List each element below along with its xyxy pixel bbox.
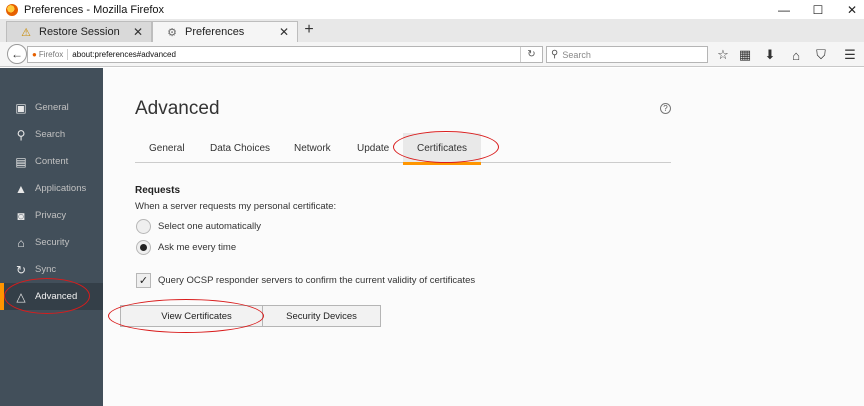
advanced-wizard-icon: △ xyxy=(16,289,26,304)
tab-update[interactable]: Update xyxy=(357,133,389,163)
reading-list-icon[interactable]: ▦ xyxy=(735,46,755,64)
sync-icon: ↻ xyxy=(15,262,27,277)
maximize-button[interactable]: ☐ xyxy=(801,0,835,19)
pocket-icon[interactable]: ⛉ xyxy=(811,46,831,64)
radio-label[interactable]: Ask me every time xyxy=(158,242,236,253)
url-bar[interactable]: ● Firefox about:preferences#advanced ↻ xyxy=(27,46,543,63)
general-icon: ▣ xyxy=(15,100,27,115)
reload-icon[interactable]: ↻ xyxy=(520,47,542,62)
ocsp-label[interactable]: Query OCSP responder servers to confirm … xyxy=(158,275,475,286)
radio-ask-every-time[interactable]: Ask me every time xyxy=(136,239,236,256)
sidebar-item-content[interactable]: ▤ Content xyxy=(0,148,103,175)
page-title: Advanced xyxy=(135,98,220,119)
sidebar-item-label: Privacy xyxy=(35,210,67,221)
tab-label: Preferences xyxy=(185,26,245,38)
tab-certificates[interactable]: Certificates xyxy=(403,133,481,165)
security-devices-button[interactable]: Security Devices xyxy=(262,305,381,327)
tab-network[interactable]: Network xyxy=(294,133,331,163)
home-icon[interactable]: ⌂ xyxy=(786,46,806,64)
close-tab-icon[interactable]: ✕ xyxy=(279,25,289,39)
window-titlebar: Preferences - Mozilla Firefox xyxy=(0,0,864,19)
tab-label: Restore Session xyxy=(39,26,120,38)
sidebar-item-sync[interactable]: ↻ Sync xyxy=(0,256,103,283)
view-certificates-button[interactable]: View Certificates xyxy=(120,305,273,327)
radio-label[interactable]: Select one automatically xyxy=(158,221,261,232)
sidebar-item-label: Advanced xyxy=(35,291,78,302)
help-icon[interactable]: ? xyxy=(660,103,671,114)
identity-label: Firefox xyxy=(38,50,64,59)
radio-select-automatically[interactable]: Select one automatically xyxy=(136,218,261,235)
ocsp-checkbox-row[interactable]: ✓ Query OCSP responder servers to confir… xyxy=(136,272,475,289)
window-title: Preferences - Mozilla Firefox xyxy=(24,3,164,16)
radio-button[interactable] xyxy=(136,219,151,234)
close-tab-icon[interactable]: ✕ xyxy=(133,25,143,39)
sidebar-item-applications[interactable]: ▲ Applications xyxy=(0,175,103,202)
sidebar-item-search[interactable]: ⚲ Search xyxy=(0,121,103,148)
content-icon: ▤ xyxy=(15,154,27,169)
close-window-button[interactable]: ✕ xyxy=(835,0,864,19)
new-tab-button[interactable]: + xyxy=(300,21,318,39)
tab-strip: ⚠ Restore Session ✕ ⚙ Preferences ✕ xyxy=(0,19,864,42)
url-separator xyxy=(67,49,69,60)
sidebar-item-general[interactable]: ▣ General xyxy=(0,94,103,121)
identity-icon: ● xyxy=(32,50,37,59)
search-input[interactable]: ⚲ Search xyxy=(546,46,708,63)
back-button[interactable]: ← xyxy=(7,44,27,64)
privacy-mask-icon: ◙ xyxy=(17,208,25,223)
tab-data-choices[interactable]: Data Choices xyxy=(210,133,270,163)
tab-restore-session[interactable]: ⚠ Restore Session ✕ xyxy=(6,21,152,42)
sidebar-item-security[interactable]: ⌂ Security xyxy=(0,229,103,256)
downloads-icon[interactable]: ⬇ xyxy=(760,46,780,64)
url-text[interactable]: about:preferences#advanced xyxy=(72,50,176,59)
sidebar-item-label: Applications xyxy=(35,183,87,194)
sidebar-item-label: Search xyxy=(35,129,66,140)
advanced-subtabs: General Data Choices Network Update Cert… xyxy=(135,133,671,165)
search-placeholder: Search xyxy=(562,49,591,60)
sidebar-item-label: Security xyxy=(35,237,70,248)
navigation-toolbar: ← ● Firefox about:preferences#advanced ↻… xyxy=(0,42,864,67)
sidebar-item-label: Sync xyxy=(35,264,57,275)
radio-button-selected[interactable] xyxy=(136,240,151,255)
search-icon: ⚲ xyxy=(16,127,26,142)
requests-description: When a server requests my personal certi… xyxy=(135,201,337,212)
preferences-main-panel: Advanced ? General Data Choices Network … xyxy=(103,68,864,406)
requests-heading: Requests xyxy=(135,185,181,196)
preferences-sidebar: ▣ General ⚲ Search ▤ Content ▲ Applicati… xyxy=(0,68,103,406)
tab-preferences[interactable]: ⚙ Preferences ✕ xyxy=(152,21,298,42)
menu-icon[interactable]: ☰ xyxy=(840,46,860,64)
warning-icon: ⚠ xyxy=(21,26,31,39)
sidebar-item-advanced[interactable]: △ Advanced xyxy=(0,283,103,310)
sidebar-item-label: General xyxy=(35,102,69,113)
checkbox-checked[interactable]: ✓ xyxy=(136,273,151,288)
tab-general[interactable]: General xyxy=(149,133,185,163)
bookmark-star-icon[interactable]: ☆ xyxy=(713,46,733,64)
gear-icon: ⚙ xyxy=(167,26,177,39)
applications-icon: ▲ xyxy=(15,181,27,196)
search-icon: ⚲ xyxy=(551,49,559,60)
security-lock-icon: ⌂ xyxy=(17,235,25,250)
firefox-logo-icon xyxy=(6,3,18,16)
sidebar-item-privacy[interactable]: ◙ Privacy xyxy=(0,202,103,229)
sidebar-item-label: Content xyxy=(35,156,69,167)
minimize-button[interactable]: — xyxy=(767,0,801,19)
